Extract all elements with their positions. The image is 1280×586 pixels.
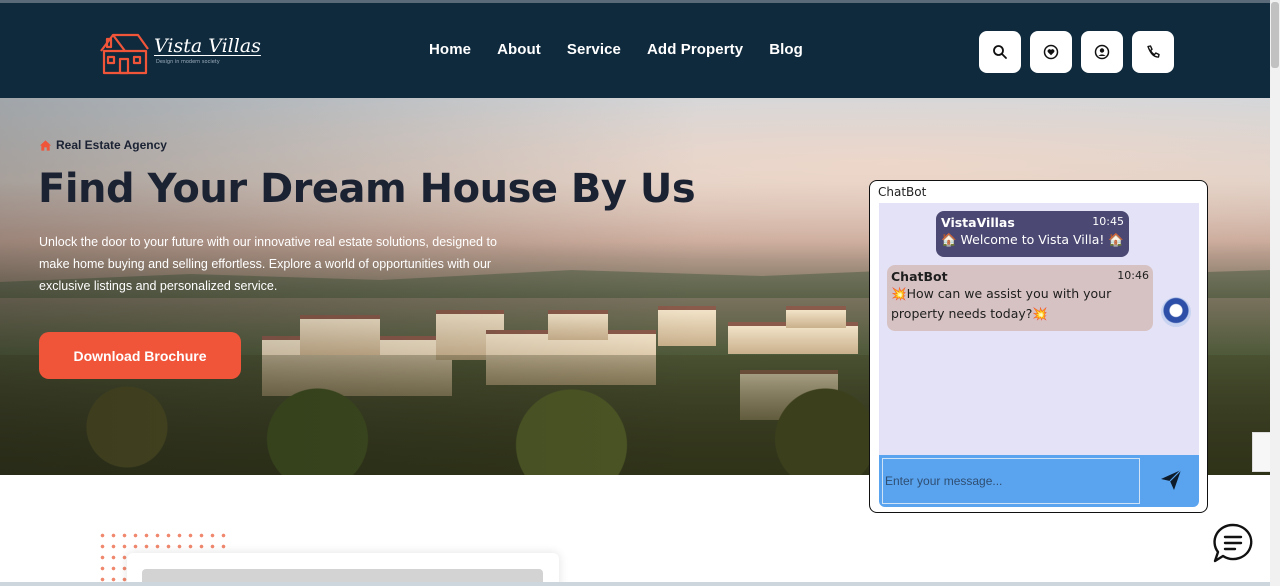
home-icon <box>39 139 52 151</box>
page-scrollbar[interactable] <box>1270 0 1280 586</box>
hero-description: Unlock the door to your future with our … <box>39 235 497 293</box>
user-icon <box>1094 44 1110 60</box>
download-brochure-button[interactable]: Download Brochure <box>39 332 241 379</box>
nav-home[interactable]: Home <box>429 41 471 58</box>
message-text: 💥How can we assist you with your propert… <box>891 286 1112 321</box>
search-button[interactable] <box>979 31 1021 73</box>
nav-about[interactable]: About <box>497 41 541 58</box>
phone-icon <box>1147 45 1160 58</box>
taskbar-strip <box>0 582 1270 586</box>
site-header: Vista Villas Design in modern society Ho… <box>0 0 1270 98</box>
site-logo[interactable]: Vista Villas Design in modern society <box>98 29 261 75</box>
hero-title: Find Your Dream House By Us <box>38 166 696 212</box>
chatbot-title: ChatBot <box>878 185 927 199</box>
main-nav: Home About Service Add Property Blog <box>429 41 829 58</box>
message-sender: ChatBot <box>891 269 948 284</box>
side-widget-tab[interactable] <box>1252 432 1270 472</box>
call-button[interactable] <box>1132 31 1174 73</box>
heart-icon <box>1043 44 1059 60</box>
message-text: 🏠 Welcome to Vista Villa! 🏠 <box>941 232 1124 247</box>
chat-message-welcome: VistaVillas 10:45 🏠 Welcome to Vista Vil… <box>936 211 1129 257</box>
header-actions <box>979 31 1174 73</box>
chatbot-avatar <box>1161 297 1191 327</box>
message-time: 10:45 <box>1092 215 1124 228</box>
brand-tagline: Design in modern society <box>156 59 220 65</box>
house-logo-icon <box>100 33 149 75</box>
chat-input-area <box>879 455 1199 507</box>
chat-toggle-icon[interactable] <box>1211 521 1255 565</box>
scrollbar-thumb[interactable] <box>1271 2 1279 68</box>
nav-service[interactable]: Service <box>567 41 621 58</box>
nav-blog[interactable]: Blog <box>769 41 803 58</box>
agency-badge-label: Real Estate Agency <box>56 138 167 152</box>
chat-message-input[interactable] <box>882 458 1140 504</box>
send-icon[interactable] <box>1159 468 1183 492</box>
message-time: 10:46 <box>1117 269 1149 282</box>
message-sender: VistaVillas <box>941 215 1015 230</box>
wishlist-button[interactable] <box>1030 31 1072 73</box>
chatbot-window: ChatBot VistaVillas 10:45 🏠 Welcome to V… <box>869 180 1208 513</box>
brand-name: Vista Villas <box>154 35 261 57</box>
chat-message-reply: ChatBot 10:46 💥How can we assist you wit… <box>887 265 1153 331</box>
chat-messages[interactable]: VistaVillas 10:45 🏠 Welcome to Vista Vil… <box>879 203 1199 455</box>
account-button[interactable] <box>1081 31 1123 73</box>
search-icon <box>993 45 1007 59</box>
agency-badge: Real Estate Agency <box>39 138 167 152</box>
nav-add-property[interactable]: Add Property <box>647 41 743 58</box>
hero-building <box>786 306 846 328</box>
